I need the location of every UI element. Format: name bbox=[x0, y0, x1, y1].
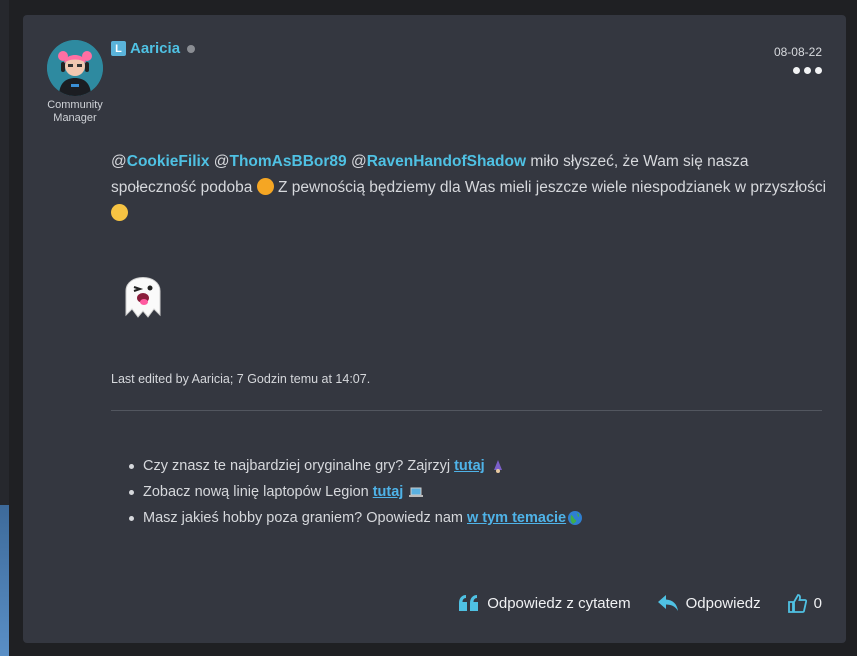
rank-badge-icon: L bbox=[111, 41, 126, 56]
wizard-icon bbox=[493, 460, 502, 473]
username-link[interactable]: Aaricia bbox=[130, 40, 180, 57]
like-button[interactable]: 0 bbox=[787, 593, 822, 613]
thumbs-up-icon bbox=[787, 594, 807, 613]
signature-link-games[interactable]: tutaj bbox=[454, 453, 485, 479]
reply-button[interactable]: Odpowiedz bbox=[657, 594, 761, 612]
user-avatar[interactable] bbox=[47, 40, 103, 96]
left-edge-accent bbox=[0, 505, 9, 656]
bullet bbox=[129, 515, 134, 521]
quote-reply-label: Odpowiedz z cytatem bbox=[487, 594, 631, 612]
user-role: Community Manager bbox=[47, 99, 103, 124]
user-header: L Aaricia bbox=[111, 40, 196, 57]
bullet bbox=[129, 489, 134, 495]
quote-reply-button[interactable]: Odpowiedz z cytatem bbox=[458, 594, 631, 612]
reply-arrow-icon bbox=[657, 595, 678, 611]
signature-divider bbox=[111, 410, 822, 411]
ghost-emoji-icon bbox=[125, 277, 161, 318]
reply-label: Odpowiedz bbox=[685, 594, 761, 612]
signature-item: Zobacz nową linię laptopów Legion tutaj bbox=[129, 479, 582, 505]
smiling-emoji-icon bbox=[111, 204, 128, 221]
signature-link-hobby[interactable]: w tym temacie bbox=[467, 505, 566, 531]
edited-note: Last edited by Aaricia; 7 Godzin temu at… bbox=[111, 372, 371, 386]
left-edge bbox=[0, 0, 9, 656]
signature-text: Masz jakieś hobby poza graniem? Opowiedz… bbox=[143, 510, 463, 526]
like-count: 0 bbox=[813, 594, 822, 612]
mention-thomasbbor89[interactable]: @ThomAsBBor89 bbox=[214, 153, 347, 170]
signature-item: Czy znasz te najbardziej oryginalne gry?… bbox=[129, 453, 582, 479]
post-date: 08-08-22 bbox=[773, 45, 822, 59]
post-text-2: Z pewnością będziemy dla Was mieli jeszc… bbox=[273, 179, 827, 196]
post-actions: Odpowiedz z cytatem Odpowiedz 0 bbox=[458, 593, 822, 613]
quote-icon bbox=[459, 595, 479, 611]
offline-status-icon bbox=[187, 44, 196, 53]
globe-icon bbox=[568, 511, 583, 525]
signature-text: Czy znasz te najbardziej oryginalne gry?… bbox=[143, 458, 451, 474]
mention-ravenhandofshadow[interactable]: @RavenHandofShadow bbox=[351, 153, 526, 170]
signature-item: Masz jakieś hobby poza graniem? Opowiedz… bbox=[129, 505, 583, 531]
laptop-icon bbox=[409, 487, 424, 497]
bullet bbox=[129, 463, 134, 469]
signature-text: Zobacz nową linię laptopów Legion bbox=[143, 484, 369, 500]
signature-link-laptops[interactable]: tutaj bbox=[373, 479, 404, 505]
forum-post-card: Community Manager L Aaricia 08-08-22 @Co… bbox=[23, 15, 846, 643]
more-options-icon[interactable] bbox=[793, 67, 822, 74]
signature-list: Czy znasz te najbardziej oryginalne gry?… bbox=[129, 453, 583, 531]
post-body: @CookieFilix @ThomAsBBor89 @RavenHandofS… bbox=[111, 149, 831, 227]
mention-cookiefilix[interactable]: @CookieFilix bbox=[111, 153, 209, 170]
hugging-emoji-icon bbox=[256, 178, 274, 195]
